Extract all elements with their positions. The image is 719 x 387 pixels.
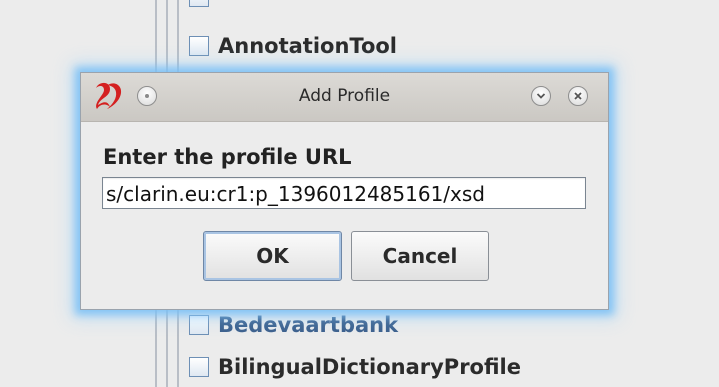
list-item-annotationtool[interactable]: AnnotationTool <box>189 33 397 59</box>
ok-button[interactable]: OK <box>203 231 342 281</box>
list-item-bilingualdictionaryprofile[interactable]: BilingualDictionaryProfile <box>189 354 521 380</box>
chevron-down-icon[interactable] <box>531 86 551 106</box>
checkbox[interactable] <box>189 0 209 7</box>
checkbox[interactable] <box>189 315 209 335</box>
list-item-label: AnnotationTool <box>218 34 397 58</box>
profile-url-input[interactable] <box>102 177 586 209</box>
dialog-titlebar[interactable]: Add Profile <box>81 73 608 122</box>
list-item-label: BilingualDictionaryProfile <box>218 355 521 379</box>
prompt-label: Enter the profile URL <box>103 145 352 169</box>
checkbox[interactable] <box>189 357 209 377</box>
close-icon[interactable] <box>568 86 588 106</box>
list-item-partial[interactable] <box>189 0 218 10</box>
dialog-title: Add Profile <box>298 86 391 106</box>
add-profile-dialog: Add Profile Enter the profile URL OK Can… <box>80 72 609 310</box>
screen: AnnotationTool Bedevaartbank BilingualDi… <box>0 0 719 387</box>
cancel-button[interactable]: Cancel <box>351 231 489 281</box>
list-item-bedevaartbank[interactable]: Bedevaartbank <box>189 312 398 338</box>
list-item-label: Bedevaartbank <box>218 313 399 337</box>
checkbox[interactable] <box>189 36 209 56</box>
